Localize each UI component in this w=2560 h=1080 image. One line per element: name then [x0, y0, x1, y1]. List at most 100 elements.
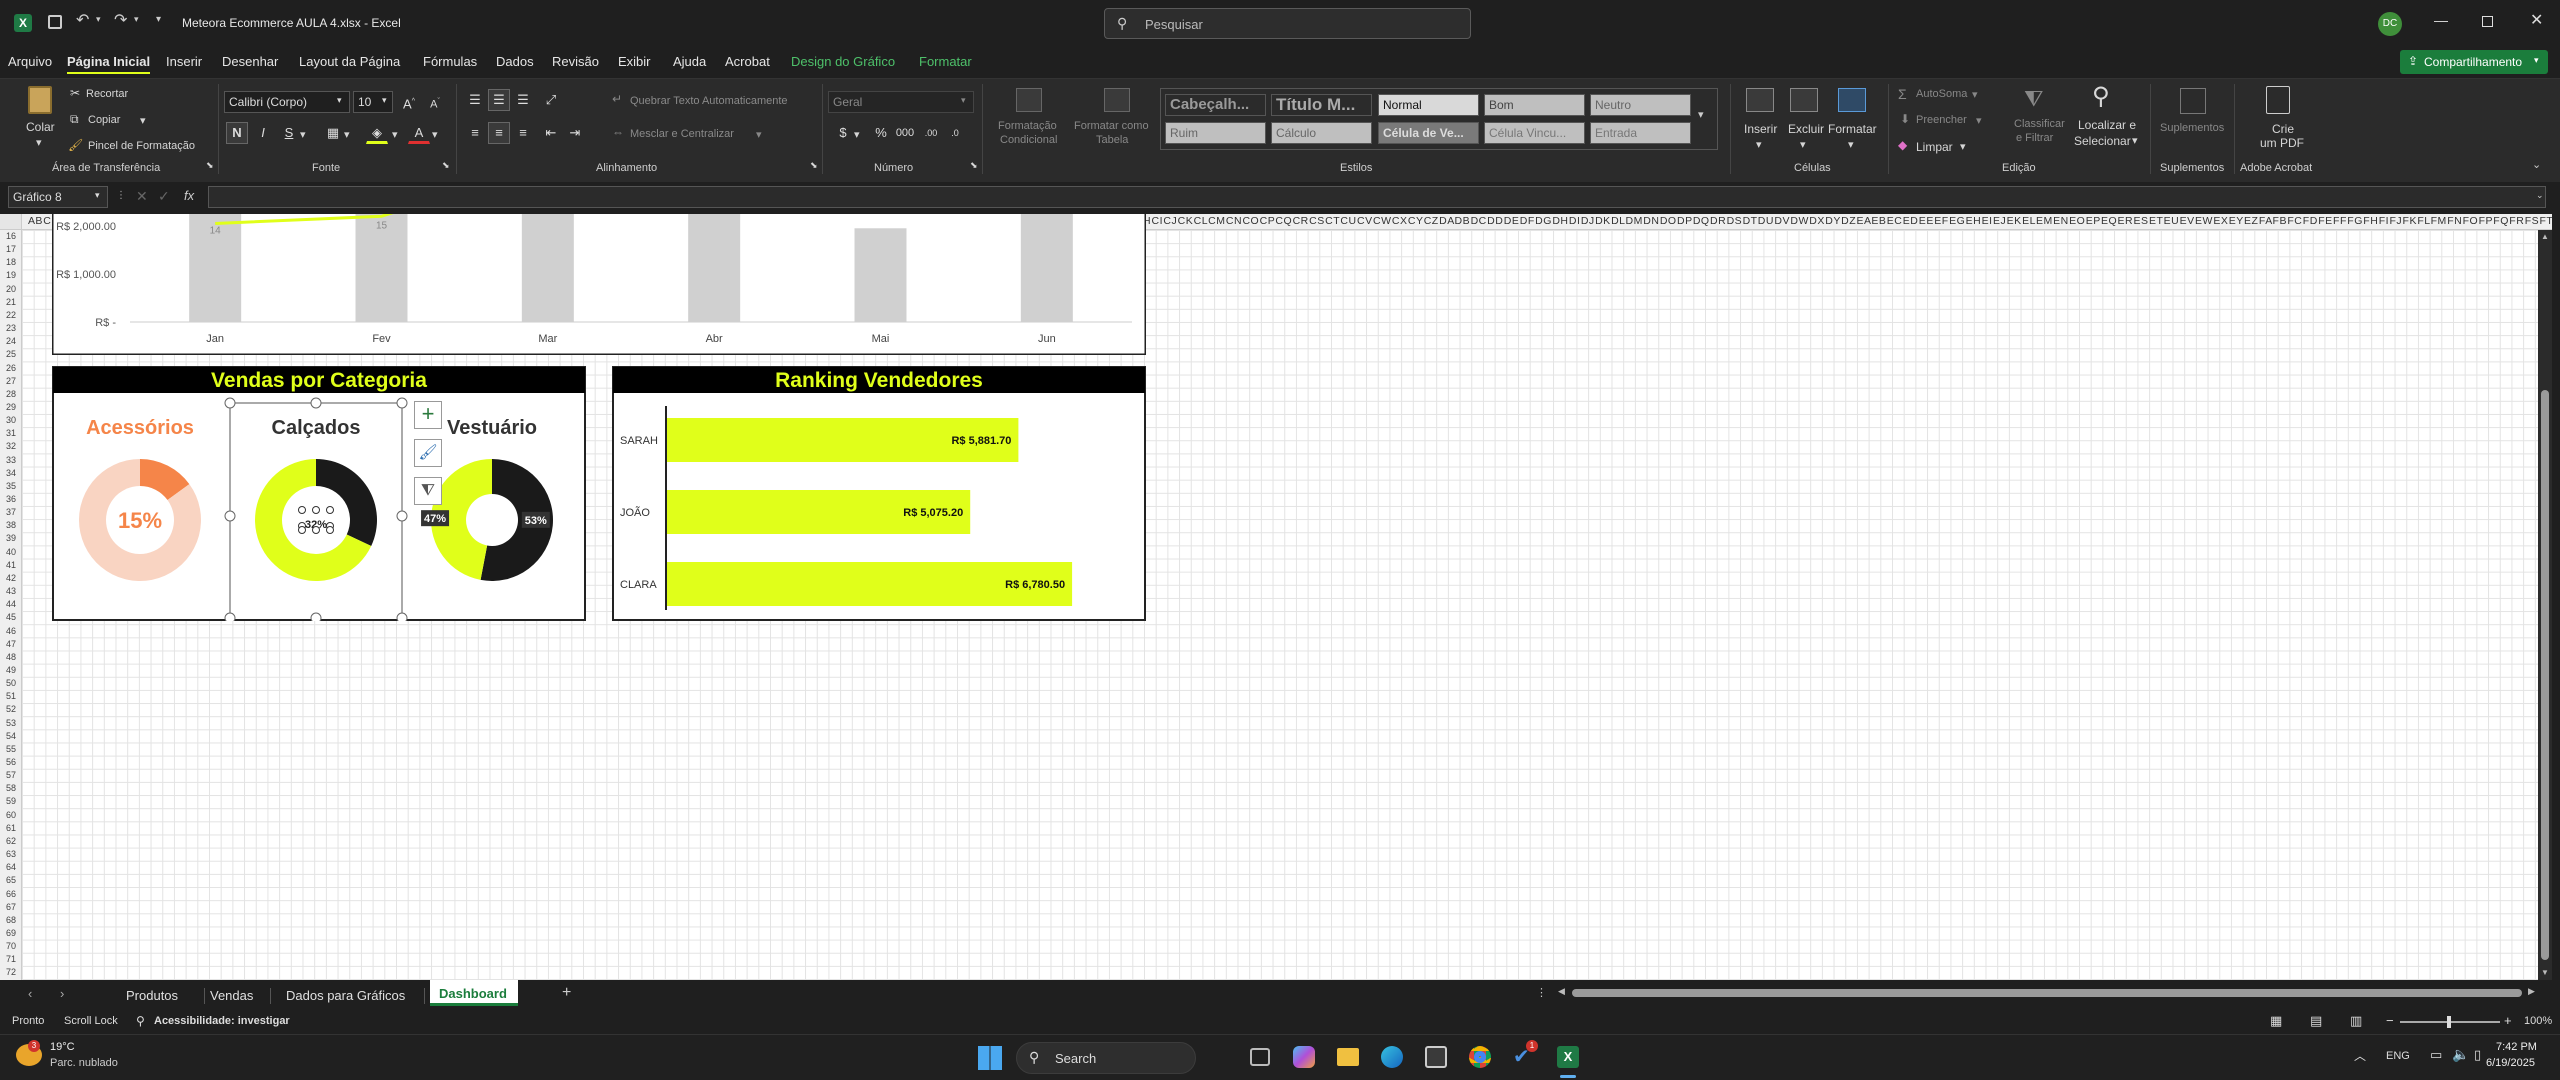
row-header[interactable]: 18	[0, 256, 22, 269]
number-format-select[interactable]: Geral ▾	[828, 91, 974, 113]
font-color-dropdown-icon[interactable]: ▾	[432, 128, 438, 141]
row-header[interactable]: 42	[0, 572, 22, 585]
row-header[interactable]: 17	[0, 243, 22, 256]
status-accessibility[interactable]: Acessibilidade: investigar	[154, 1015, 290, 1027]
zoom-slider[interactable]	[2400, 1016, 2500, 1028]
name-box[interactable]: Gráfico 8 ▾	[8, 186, 108, 208]
row-header[interactable]: 50	[0, 677, 22, 690]
resize-handle[interactable]	[396, 510, 408, 522]
font-size-select[interactable]: 10 ▾	[353, 91, 393, 113]
volume-icon[interactable]: 🔈	[2452, 1046, 2469, 1063]
worksheet-grid[interactable]: A B C D E F G H I J K L M N O P Q R S T …	[0, 214, 2552, 980]
row-header[interactable]: 21	[0, 296, 22, 309]
row-header[interactable]: 37	[0, 506, 22, 519]
row-header[interactable]: 39	[0, 532, 22, 545]
dialog-launcher-icon[interactable]: ⬊	[206, 160, 214, 171]
align-left-icon[interactable]: ≡	[464, 122, 486, 144]
restore-icon[interactable]	[2482, 16, 2493, 27]
clear-button[interactable]: Limpar	[1916, 140, 1953, 154]
italic-button[interactable]: I	[252, 122, 274, 144]
autosum-dropdown-icon[interactable]: ▾	[1972, 88, 1978, 101]
align-right-icon[interactable]: ≡	[512, 122, 534, 144]
style-celula-vinculada[interactable]: Célula Vincu...	[1484, 122, 1585, 144]
label-handle[interactable]	[326, 506, 334, 514]
sheet-tab-vendas[interactable]: Vendas	[210, 988, 253, 1003]
row-header[interactable]: 47	[0, 638, 22, 651]
increase-font-icon[interactable]: A^	[398, 91, 420, 113]
fill-button[interactable]: Preencher	[1916, 114, 1967, 126]
row-header[interactable]: 55	[0, 743, 22, 756]
paste-dropdown-icon[interactable]: ▾	[36, 136, 42, 149]
network-icon[interactable]: ▭	[2430, 1047, 2442, 1063]
row-header[interactable]: 60	[0, 809, 22, 822]
format-painter-button[interactable]: Pincel de Formatação	[88, 140, 195, 152]
style-normal[interactable]: Normal	[1378, 94, 1479, 116]
edge-icon[interactable]	[1381, 1046, 1403, 1068]
tab-exibir[interactable]: Exibir	[618, 54, 651, 69]
zoom-out-icon[interactable]: −	[2386, 1013, 2394, 1028]
resize-handle[interactable]	[224, 612, 236, 621]
battery-icon[interactable]: ▯	[2474, 1047, 2481, 1063]
copy-button[interactable]: Copiar	[88, 114, 120, 126]
cut-button[interactable]: Recortar	[86, 88, 128, 100]
autosum-button[interactable]: AutoSoma	[1916, 88, 1967, 100]
style-calculo[interactable]: Cálculo	[1271, 122, 1372, 144]
label-handle[interactable]	[298, 526, 306, 534]
share-button[interactable]: ⇪ Compartilhamento ▾	[2400, 50, 2548, 74]
monthly-sales-chart[interactable]: R$ 3,000.00R$ 2,000.00R$ 1,000.00R$ -14J…	[52, 214, 1146, 355]
collapse-ribbon-icon[interactable]: ⌄	[2532, 158, 2541, 171]
dialog-launcher-icon[interactable]: ⬊	[442, 160, 450, 171]
zoom-in-icon[interactable]: +	[2504, 1013, 2512, 1028]
chart-styles-button[interactable]: 🖌	[414, 439, 442, 467]
sort-filter-button[interactable]: Classificar	[2014, 118, 2065, 130]
font-name-select[interactable]: Calibri (Corpo) ▾	[224, 91, 350, 113]
row-header[interactable]: 22	[0, 309, 22, 322]
fill-dropdown-icon[interactable]: ▾	[1976, 114, 1982, 127]
row-header[interactable]: 38	[0, 519, 22, 532]
sheet-tab-produtos[interactable]: Produtos	[126, 988, 178, 1003]
comma-style-icon[interactable]: 000	[894, 122, 916, 144]
scroll-right-icon[interactable]: ▶	[2528, 986, 2535, 997]
create-pdf-button[interactable]: Crie	[2272, 122, 2294, 136]
row-header[interactable]: 28	[0, 388, 22, 401]
tab-design-grafico[interactable]: Design do Gráfico	[791, 54, 895, 69]
row-header[interactable]: 72	[0, 966, 22, 979]
bar[interactable]	[521, 214, 574, 322]
row-header[interactable]: 48	[0, 651, 22, 664]
horizontal-scrollbar[interactable]: ◀ ▶	[1556, 986, 2536, 1000]
bar[interactable]	[1020, 214, 1073, 322]
row-header[interactable]: 52	[0, 703, 22, 716]
resize-handle[interactable]	[396, 612, 408, 621]
enter-icon[interactable]: ✓	[158, 188, 170, 205]
row-header[interactable]: 32	[0, 440, 22, 453]
fill-dropdown-icon[interactable]: ▾	[392, 128, 398, 141]
merge-button[interactable]: Mesclar e Centralizar	[630, 128, 734, 140]
h-scroll-thumb[interactable]	[1572, 989, 2522, 997]
undo-icon[interactable]: ↶	[76, 10, 89, 30]
tab-pagina-inicial[interactable]: Página Inicial	[67, 54, 151, 74]
copy-dropdown-icon[interactable]: ▾	[140, 114, 146, 127]
copilot-icon[interactable]	[1293, 1046, 1315, 1068]
row-header[interactable]: 71	[0, 953, 22, 966]
row-header[interactable]: 36	[0, 493, 22, 506]
delete-dropdown-icon[interactable]: ▾	[1800, 138, 1806, 151]
style-cabecalho[interactable]: Cabeçalh...	[1165, 94, 1266, 116]
tray-chevron-icon[interactable]: ︿	[2354, 1047, 2366, 1064]
border-icon[interactable]: ▦	[322, 122, 344, 144]
tab-formatar[interactable]: Formatar	[919, 54, 972, 69]
conditional-format-button[interactable]: Formatação	[998, 120, 1057, 132]
tab-layout[interactable]: Layout da Página	[299, 54, 400, 69]
row-header[interactable]: 31	[0, 427, 22, 440]
styles-more-icon[interactable]: ▾	[1698, 108, 1704, 121]
chrome-icon[interactable]	[1469, 1046, 1491, 1068]
row-header[interactable]: 44	[0, 598, 22, 611]
bar[interactable]	[854, 228, 907, 322]
row-header[interactable]: 67	[0, 901, 22, 914]
font-color-icon[interactable]: A	[408, 122, 430, 144]
cancel-icon[interactable]: ✕	[136, 188, 148, 205]
format-cells-button[interactable]: Formatar	[1828, 122, 1877, 136]
row-header[interactable]: 30	[0, 414, 22, 427]
chart-elements-button[interactable]: +	[414, 401, 442, 429]
row-headers[interactable]: 16 17 18 19 20 21 22 23 24 25 26 27 28 29 30 31 32 33 34 35…	[0, 230, 22, 980]
row-header[interactable]: 49	[0, 664, 22, 677]
